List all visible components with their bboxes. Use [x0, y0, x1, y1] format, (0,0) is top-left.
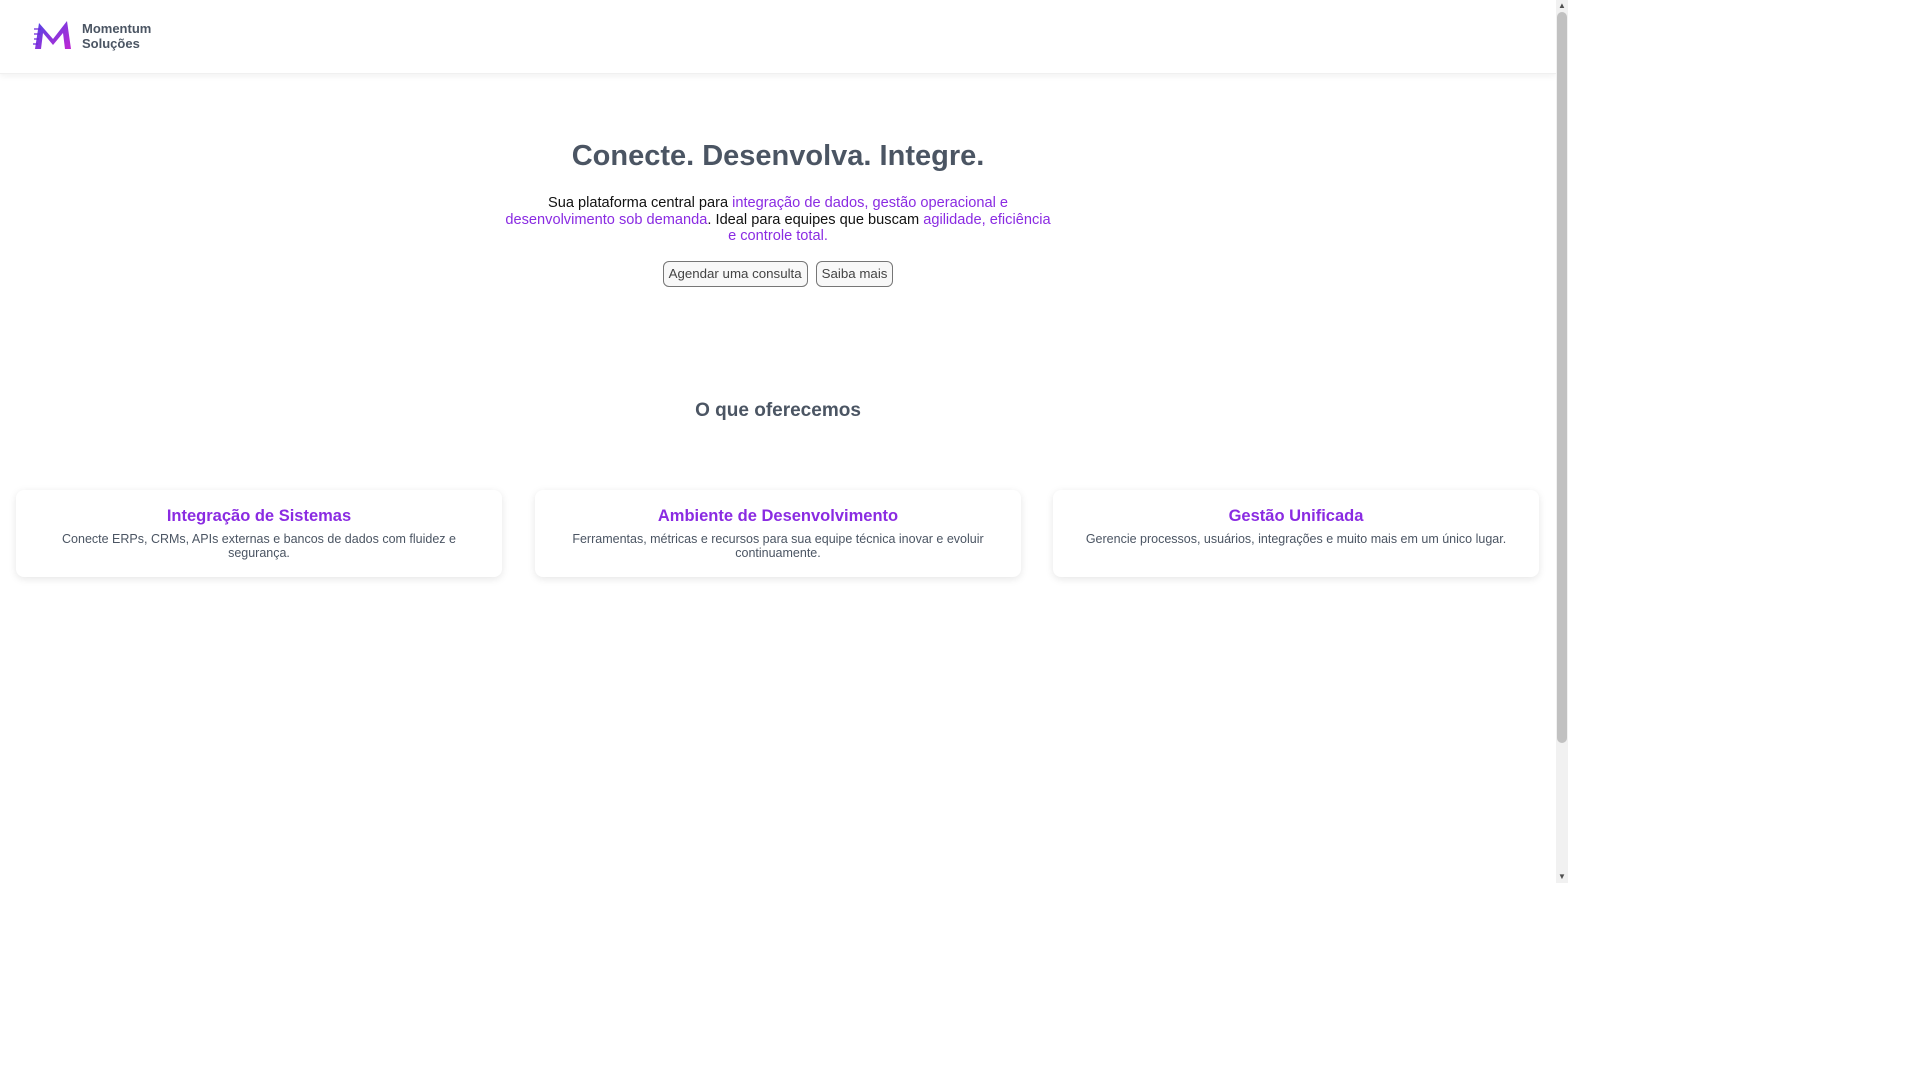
offering-card-management: Gestão Unificada Gerencie processos, usu…: [1053, 490, 1539, 577]
offerings-title: O que oferecemos: [695, 400, 861, 421]
page: Momentum Soluções Conecte. Desenvolva. I…: [0, 0, 1556, 883]
offering-card-text: Conecte ERPs, CRMs, APIs externas e banc…: [62, 532, 456, 560]
schedule-consultation-button[interactable]: Agendar uma consulta: [662, 261, 808, 287]
momentum-logo-icon[interactable]: [33, 17, 73, 53]
offering-card-development: Ambiente de Desenvolvimento Ferramentas,…: [535, 490, 1021, 577]
offering-card-title: Ambiente de Desenvolvimento: [657, 507, 899, 525]
hero-actions: Agendar uma consulta Saiba mais: [0, 261, 1556, 287]
hero-text-part1: Sua plataforma central para: [547, 195, 733, 211]
site-header: Momentum Soluções: [0, 0, 1556, 74]
learn-more-button[interactable]: Saiba mais: [815, 261, 894, 287]
scrollbar-thumb[interactable]: [1557, 12, 1567, 743]
brand-name[interactable]: Momentum Soluções: [82, 21, 151, 51]
brand-name-line2: Soluções: [82, 36, 140, 51]
offering-card-text: Gerencie processos, usuários, integraçõe…: [1085, 532, 1507, 546]
offering-card-title: Integração de Sistemas: [166, 507, 352, 525]
hero-title: Conecte. Desenvolva. Integre.: [571, 140, 985, 172]
offering-card-title: Gestão Unificada: [1228, 507, 1364, 525]
hero-description: Sua plataforma central para integração d…: [505, 195, 1051, 245]
offering-card-text: Ferramentas, métricas e recursos para su…: [572, 532, 984, 560]
brand-name-line1: Momentum: [82, 21, 152, 36]
scroll-down-arrow-icon[interactable]: ▼: [1556, 871, 1568, 883]
scroll-up-arrow-icon[interactable]: ▲: [1556, 0, 1568, 12]
hero-text-part2: . Ideal para equipes que buscam: [707, 211, 924, 228]
offering-card-integration: Integração de Sistemas Conecte ERPs, CRM…: [16, 490, 502, 577]
